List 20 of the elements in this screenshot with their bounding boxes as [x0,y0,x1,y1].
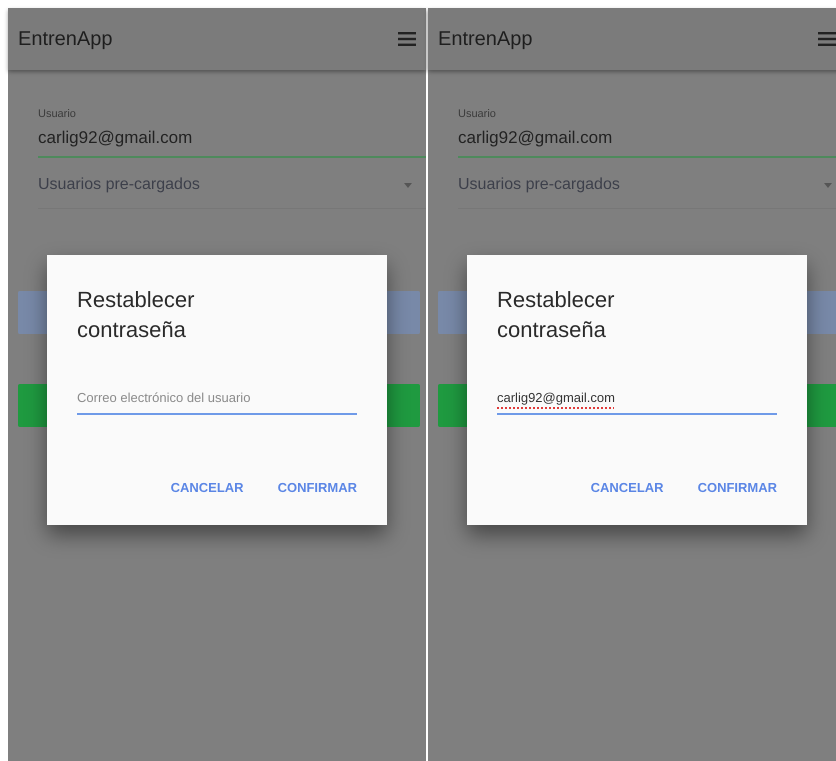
field-label: Usuario [38,108,77,120]
username-field[interactable]: carlig92@gmail.com [458,128,836,158]
app-title: EntrenApp [18,28,113,50]
dialog-button[interactable]: CONFIRMAR [278,476,357,499]
dialog-button[interactable]: CANCELAR [170,476,244,499]
dropdown-placeholder: Usuarios pre-cargados [458,176,620,194]
menu-icon[interactable] [818,32,836,46]
dropdown-caret-icon [824,182,832,188]
dropdown-caret-icon [404,182,412,188]
users-dropdown[interactable]: Usuarios pre-cargados [38,170,426,209]
dialog-button[interactable]: CANCELAR [590,476,664,499]
field-label: Usuario [458,108,497,120]
menu-icon[interactable] [398,32,416,46]
dialog-title: Restablecer contraseña [497,286,616,344]
app-title: EntrenApp [438,28,533,50]
dropdown-placeholder: Usuarios pre-cargados [38,176,200,194]
dialog-button[interactable]: CONFIRMAR [698,476,777,499]
username-field[interactable]: carlig92@gmail.com [38,128,426,158]
dialog-title: Restablecer contraseña [77,286,196,344]
users-dropdown[interactable]: Usuarios pre-cargados [458,170,836,209]
